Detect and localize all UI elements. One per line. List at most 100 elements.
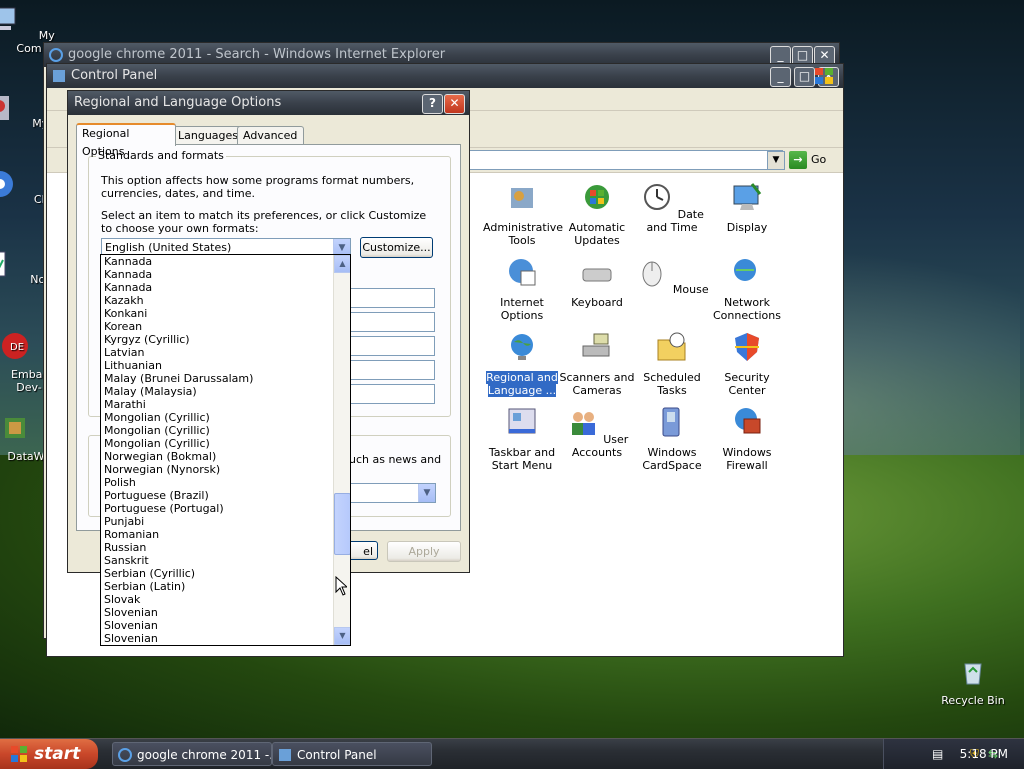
dropdown-item[interactable]: Polish — [103, 476, 333, 489]
dialog-title: Regional and Language Options — [74, 95, 282, 110]
scroll-thumb[interactable] — [334, 493, 350, 555]
mouse-icon — [642, 261, 662, 287]
dropdown-item[interactable]: Kannada — [103, 255, 333, 268]
scroll-up-button[interactable]: ▲ — [334, 255, 350, 273]
cp-item-automatic-updates[interactable]: Automatic Updates — [558, 180, 636, 247]
dropdown-item[interactable]: Kazakh — [103, 294, 333, 307]
system-tray: ▤ ⛨ ⇆ 5:18 PM — [883, 739, 1024, 769]
dropdown-item[interactable]: Serbian (Latin) — [103, 580, 333, 593]
dropdown-item[interactable]: Portuguese (Brazil) — [103, 489, 333, 502]
dropdown-item[interactable]: Romanian — [103, 528, 333, 541]
minimize-button[interactable]: _ — [770, 67, 791, 87]
dropdown-item[interactable]: Kannada — [103, 268, 333, 281]
display-icon — [733, 183, 762, 210]
shield-icon — [735, 333, 759, 361]
cp-item-date-and-time[interactable]: Date and Time — [633, 180, 711, 234]
cp-item-taskbar-and-start-menu[interactable]: Taskbar and Start Menu — [483, 405, 561, 472]
apply-button[interactable]: Apply — [387, 541, 461, 562]
cp-item-scanners-and-cameras[interactable]: Scanners and Cameras — [558, 330, 636, 397]
dropdown-item[interactable]: Slovenian — [103, 606, 333, 619]
scanner-icon — [582, 333, 610, 357]
go-label: Go — [811, 153, 827, 166]
cp-item-keyboard[interactable]: Keyboard — [558, 255, 636, 309]
dropdown-item[interactable]: Kyrgyz (Cyrillic) — [103, 333, 333, 346]
cp-item-administrative-tools[interactable]: Administrative Tools — [483, 180, 564, 247]
dropdown-item[interactable]: Lithuanian — [103, 359, 333, 372]
address-dropdown-button[interactable]: ▼ — [767, 151, 785, 170]
dropdown-item[interactable]: Mongolian (Cyrillic) — [103, 411, 333, 424]
dropdown-item[interactable]: Kannada — [103, 281, 333, 294]
sample-currency-field — [347, 312, 435, 332]
go-button[interactable]: → Go — [789, 150, 826, 170]
computer-icon — [0, 7, 16, 30]
control-panel-title-bar[interactable]: Control Panel _ □ ✕ — [47, 64, 843, 88]
keyboard-tray-icon[interactable]: ▤ — [932, 739, 943, 769]
ie-window-title: google chrome 2011 - Search - Windows In… — [68, 47, 446, 62]
tab-advanced[interactable]: Advanced — [237, 126, 304, 145]
cp-item-regional-and-language[interactable]: Regional and Language ... — [483, 330, 561, 397]
cp-item-label: Administrative Tools — [483, 221, 564, 247]
cp-item-internet-options[interactable]: Internet Options — [483, 255, 561, 322]
format-select-value: English (United States) — [105, 241, 232, 254]
start-button[interactable]: start — [0, 739, 98, 769]
scroll-down-button[interactable]: ▼ — [334, 627, 350, 645]
location-text-partial: uch as news and — [349, 453, 442, 466]
chevron-down-icon[interactable]: ▼ — [418, 484, 435, 502]
cp-item-scheduled-tasks[interactable]: Scheduled Tasks — [633, 330, 711, 397]
taskbar-button-label: Control Panel — [297, 748, 377, 762]
dropdown-item[interactable]: Serbian (Cyrillic) — [103, 567, 333, 580]
dropdown-item[interactable]: Malay (Malaysia) — [103, 385, 333, 398]
tab-languages[interactable]: Languages — [172, 126, 242, 145]
dropdown-item[interactable]: Malay (Brunei Darussalam) — [103, 372, 333, 385]
desktop-icon-recycle-bin[interactable]: Recycle Bin — [938, 656, 1008, 707]
dropdown-item[interactable]: Mongolian (Cyrillic) — [103, 424, 333, 437]
tab-regional-options[interactable]: Regional Options — [76, 123, 176, 158]
close-button[interactable]: ✕ — [444, 94, 465, 114]
taskbar-button-ie[interactable]: google chrome 2011 -... — [112, 742, 272, 766]
cp-item-label: Mouse — [672, 283, 709, 296]
maximize-button[interactable]: □ — [794, 67, 815, 87]
customize-button[interactable]: Customize... — [360, 237, 433, 258]
cardspace-icon — [662, 407, 680, 437]
dropdown-item[interactable]: Slovenian — [103, 619, 333, 632]
dropdown-item[interactable]: Sanskrit — [103, 554, 333, 567]
dropdown-item[interactable]: Slovak — [103, 593, 333, 606]
firewall-icon — [735, 408, 761, 434]
clock-icon — [644, 184, 671, 210]
dropdown-item[interactable]: Norwegian (Bokmal) — [103, 450, 333, 463]
location-select[interactable]: ▼ — [347, 483, 436, 503]
dropdown-item[interactable]: Punjabi — [103, 515, 333, 528]
taskbar-button-control-panel[interactable]: Control Panel — [272, 742, 432, 766]
administrative-tools-icon — [511, 188, 533, 208]
dropdown-item[interactable]: Korean — [103, 320, 333, 333]
help-button[interactable]: ? — [422, 94, 443, 114]
cp-item-network-connections[interactable]: Network Connections — [708, 255, 786, 322]
dropdown-item[interactable]: Slovenian — [103, 632, 333, 645]
dropdown-item[interactable]: Russian — [103, 541, 333, 554]
cp-item-display[interactable]: Display — [708, 180, 786, 234]
windows-flag-icon — [11, 746, 27, 762]
cp-item-windows-cardspace[interactable]: Windows CardSpace — [633, 405, 711, 472]
dropdown-item[interactable]: Konkani — [103, 307, 333, 320]
globe-icon — [511, 334, 533, 360]
dropdown-item[interactable]: Norwegian (Nynorsk) — [103, 463, 333, 476]
address-input[interactable] — [467, 150, 783, 170]
dropdown-item[interactable]: Marathi — [103, 398, 333, 411]
format-dropdown-list[interactable]: Kannada Kannada Kannada Kazakh Konkani Korean… — [100, 254, 351, 646]
dropdown-item[interactable]: Mongolian (Cyrillic) — [103, 437, 333, 450]
ie-icon — [118, 748, 132, 762]
cp-item-mouse[interactable]: Mouse — [633, 255, 711, 296]
cp-item-label: Regional and Language ... — [486, 371, 558, 397]
dropdown-item[interactable]: Portuguese (Portugal) — [103, 502, 333, 515]
cp-item-label: Display — [726, 221, 768, 234]
cp-item-label: Keyboard — [571, 296, 623, 309]
dropdown-item[interactable]: Latvian — [103, 346, 333, 359]
recycle-bin-icon — [964, 663, 982, 685]
cp-item-label: Scanners and Cameras — [559, 371, 635, 397]
windows-logo-icon — [815, 68, 833, 84]
select-prompt: Select an item to match its preferences,… — [101, 209, 427, 235]
cp-item-windows-firewall[interactable]: Windows Firewall — [708, 405, 786, 472]
dialog-title-bar[interactable]: Regional and Language Options ? ✕ — [68, 91, 469, 115]
cp-item-user-accounts[interactable]: User Accounts — [558, 405, 636, 459]
cp-item-security-center[interactable]: Security Center — [708, 330, 786, 397]
